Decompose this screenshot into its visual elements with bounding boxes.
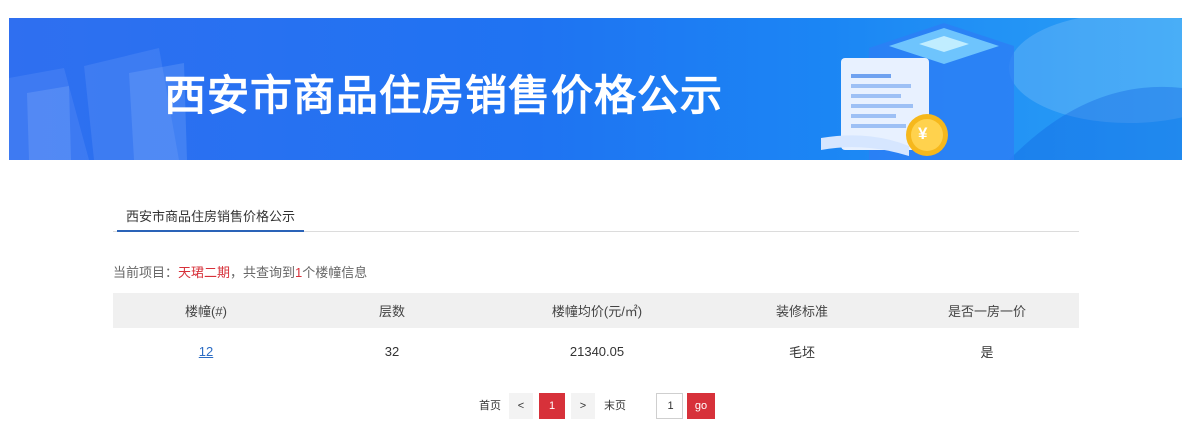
page-number-input[interactable] <box>656 393 683 419</box>
header-decoration: 装修标准 <box>775 304 828 319</box>
table-header-row: 楼幢(#) 层数 楼幢均价(元/㎡) 装修标准 是否一房一价 <box>113 293 1079 328</box>
building-link[interactable]: 12 <box>199 344 213 359</box>
project-name: 天珺二期 <box>178 265 231 280</box>
coin-yen-icon: ¥ <box>918 124 928 143</box>
table-row: 12 32 21340.05 毛坯 是 <box>113 328 1079 374</box>
header-banner: ¥ 西安市商品住房销售价格公示 <box>9 18 1182 160</box>
prev-page-button[interactable]: < <box>509 393 533 419</box>
cell-decoration: 毛坯 <box>788 344 815 360</box>
tab-price-announcement[interactable]: 西安市商品住房销售价格公示 <box>117 200 305 232</box>
cell-floors: 32 <box>384 343 400 359</box>
go-button[interactable]: go <box>687 393 715 419</box>
summary-mid: ，共查询到 <box>230 265 296 280</box>
cell-one-room-one-price: 是 <box>980 344 994 360</box>
cell-building: 12 <box>113 328 299 374</box>
cell-avg-price: 21340.05 <box>569 343 625 359</box>
last-page-button[interactable]: 末页 <box>601 393 629 419</box>
next-page-button[interactable]: > <box>571 393 595 419</box>
header-avg-price: 楼幢均价(元/㎡) <box>551 304 643 319</box>
banner-title: 西安市商品住房销售价格公示 <box>164 71 724 120</box>
header-building: 楼幢(#) <box>185 304 227 319</box>
building-table: 楼幢(#) 层数 楼幢均价(元/㎡) 装修标准 是否一房一价 12 32 213… <box>113 293 1079 374</box>
summary-suffix: 个楼幢信息 <box>302 265 368 280</box>
query-summary: 当前项目：天珺二期，共查询到1个楼幢信息 <box>113 262 367 281</box>
header-one-room-one-price: 是否一房一价 <box>947 304 1026 319</box>
summary-prefix: 当前项目： <box>113 265 179 280</box>
header-floors: 层数 <box>378 304 405 319</box>
first-page-button[interactable]: 首页 <box>476 393 504 419</box>
tab-bar: 西安市商品住房销售价格公示 <box>113 200 1079 232</box>
page-1-button[interactable]: 1 <box>539 393 565 419</box>
